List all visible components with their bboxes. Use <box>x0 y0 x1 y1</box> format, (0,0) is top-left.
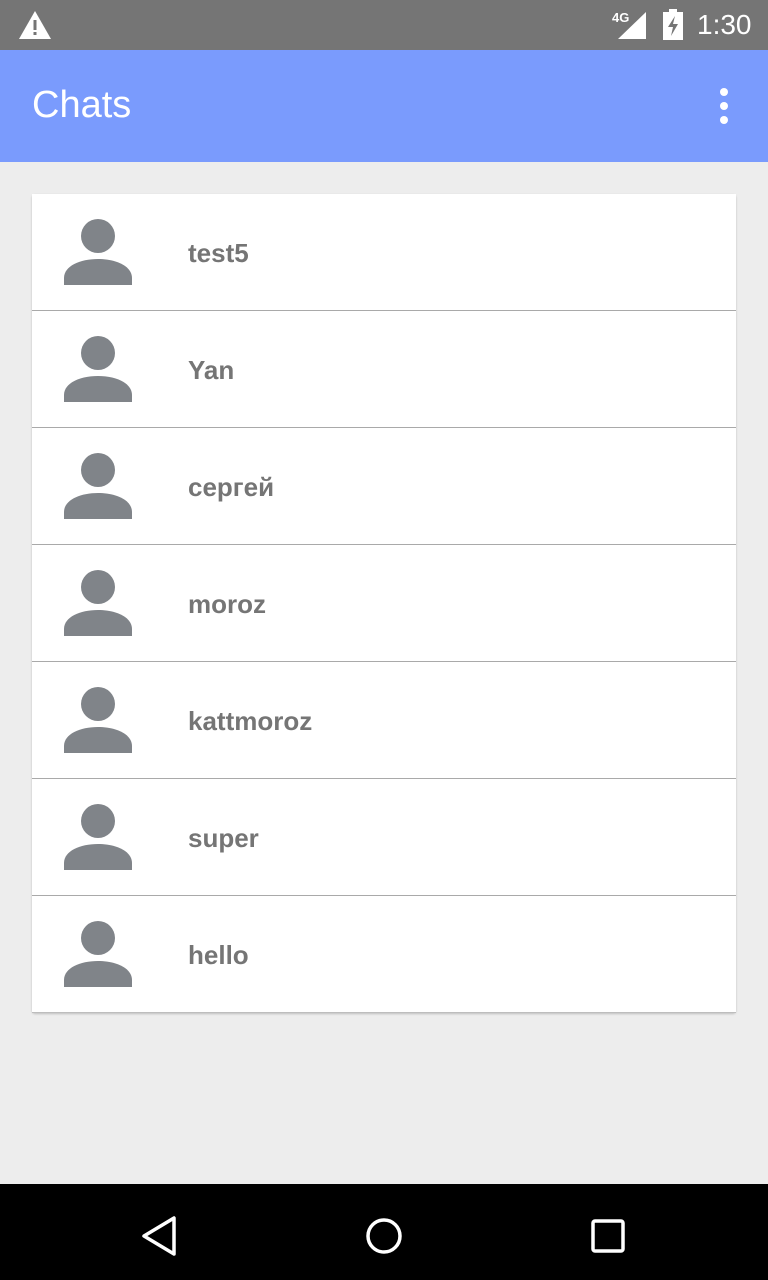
person-icon <box>64 219 132 285</box>
more-vert-icon <box>720 88 728 96</box>
page-title: Chats <box>32 84 132 126</box>
chat-list: test5 Yan сергей moroz kattmoroz super h… <box>32 194 736 1013</box>
chat-name: moroz <box>188 589 266 619</box>
chat-name: test5 <box>188 238 249 268</box>
chat-list-item[interactable]: hello <box>32 896 736 1013</box>
person-icon <box>64 336 132 402</box>
clock: 1:30 <box>697 9 752 40</box>
person-icon <box>64 804 132 870</box>
status-bar: 4G 1:30 <box>0 0 768 50</box>
app-bar: Chats <box>0 50 768 162</box>
battery-charging-icon <box>663 9 683 40</box>
person-icon <box>64 570 132 636</box>
chat-list-item[interactable]: test5 <box>32 194 736 311</box>
back-icon[interactable] <box>136 1212 184 1260</box>
recents-icon[interactable] <box>584 1212 632 1260</box>
chat-name: Yan <box>188 355 235 385</box>
more-options-button[interactable] <box>704 84 744 128</box>
chat-list-item[interactable]: kattmoroz <box>32 662 736 779</box>
chat-name: hello <box>188 940 249 970</box>
chat-list-item[interactable]: moroz <box>32 545 736 662</box>
person-icon <box>64 687 132 753</box>
signal-icon <box>618 12 646 39</box>
person-icon <box>64 921 132 987</box>
warning-icon <box>19 11 51 39</box>
navigation-bar <box>0 1184 768 1280</box>
chat-list-item[interactable]: super <box>32 779 736 896</box>
home-icon[interactable] <box>360 1212 408 1260</box>
chat-name: super <box>188 823 259 853</box>
chat-name: kattmoroz <box>188 706 313 736</box>
person-icon <box>64 453 132 519</box>
chat-list-item[interactable]: Yan <box>32 311 736 428</box>
chat-list-item[interactable]: сергей <box>32 428 736 545</box>
chat-name: сергей <box>188 472 275 502</box>
